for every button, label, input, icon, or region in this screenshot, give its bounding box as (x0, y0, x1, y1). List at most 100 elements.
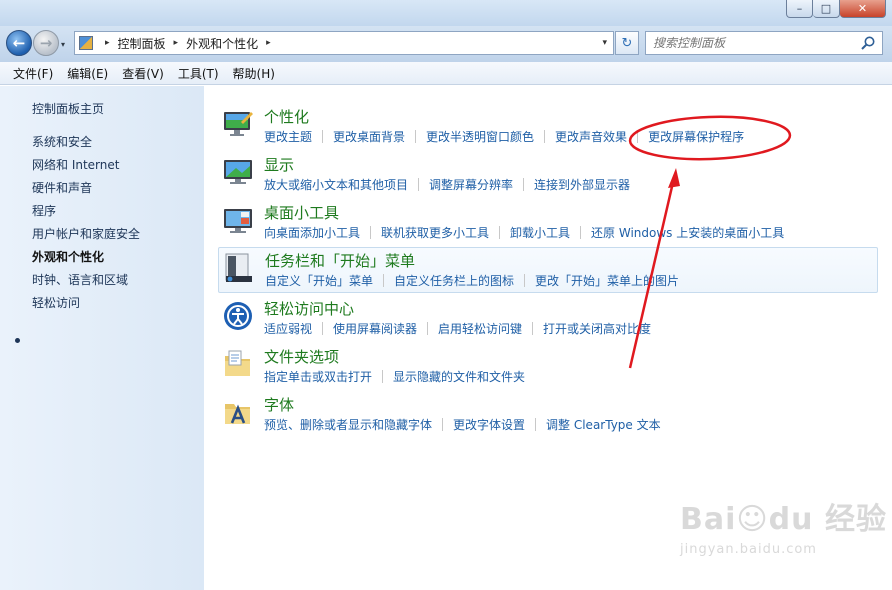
link-high-contrast[interactable]: 打开或关闭高对比度 (543, 320, 651, 337)
sidebar-item-appearance[interactable]: 外观和个性化 (32, 248, 104, 265)
category-title[interactable]: 个性化 (264, 106, 309, 127)
menu-bar: 文件(F) 编辑(E) 查看(V) 工具(T) 帮助(H) (0, 62, 892, 85)
search-input[interactable] (653, 36, 863, 50)
category-links: 预览、删除或者显示和隐藏字体 更改字体设置 调整 ClearType 文本 (264, 416, 661, 433)
link-external-display[interactable]: 连接到外部显示器 (534, 176, 630, 193)
history-dropdown-icon[interactable]: ▾ (61, 40, 65, 49)
link-divider (415, 130, 417, 143)
personalization-icon (224, 112, 253, 136)
menu-help[interactable]: 帮助(H) (226, 65, 282, 82)
menu-view[interactable]: 查看(V) (115, 65, 171, 82)
category-title[interactable]: 桌面小工具 (264, 202, 339, 223)
breadcrumb-separator-icon[interactable]: ▸ (174, 38, 179, 48)
link-add-gadgets[interactable]: 向桌面添加小工具 (264, 224, 360, 241)
link-divider (580, 226, 582, 239)
link-divider (637, 130, 639, 143)
link-single-double-click[interactable]: 指定单击或双击打开 (264, 368, 372, 385)
baidu-watermark: Bai☺du 经验 jingyan.baidu.com (680, 494, 887, 557)
address-dropdown-icon[interactable]: ▾ (602, 38, 607, 48)
refresh-button[interactable]: ↻ (615, 31, 639, 55)
breadcrumb-appearance[interactable]: 外观和个性化 (186, 35, 258, 52)
breadcrumb-separator-icon[interactable]: ▸ (105, 38, 110, 48)
link-more-gadgets-online[interactable]: 联机获取更多小工具 (381, 224, 489, 241)
taskbar-icon (225, 253, 252, 282)
category-title[interactable]: 文件夹选项 (264, 346, 339, 367)
link-preview-delete-fonts[interactable]: 预览、删除或者显示和隐藏字体 (264, 416, 432, 433)
close-button[interactable]: ✕ (840, 0, 886, 18)
sidebar-item-user-accounts[interactable]: 用户帐户和家庭安全 (32, 225, 140, 242)
category-fonts: 字体 预览、删除或者显示和隐藏字体 更改字体设置 调整 ClearType 文本 (218, 392, 878, 438)
sidebar-item-clock-language[interactable]: 时钟、语言和区域 (32, 271, 128, 288)
category-folder-options: 文件夹选项 指定单击或双击打开 显示隐藏的文件和文件夹 (218, 344, 878, 390)
link-change-background[interactable]: 更改桌面背景 (333, 128, 405, 145)
link-change-screen-saver[interactable]: 更改屏幕保护程序 (648, 128, 744, 145)
breadcrumb-separator-icon[interactable]: ▸ (266, 38, 271, 48)
category-ease-of-access: 轻松访问中心 适应弱视 使用屏幕阅读器 启用轻松访问键 打开或关闭高对比度 (218, 296, 878, 342)
link-divider (322, 130, 324, 143)
navigation-bar: ← → ▾ ▸ 控制面板 ▸ 外观和个性化 ▸ ▾ ↻ (0, 26, 892, 62)
address-bar[interactable]: ▸ 控制面板 ▸ 外观和个性化 ▸ ▾ (74, 31, 614, 55)
link-divider (370, 226, 372, 239)
category-title[interactable]: 显示 (264, 154, 294, 175)
link-screen-reader[interactable]: 使用屏幕阅读器 (333, 320, 417, 337)
category-title[interactable]: 轻松访问中心 (264, 298, 354, 319)
sidebar-item-hardware-sound[interactable]: 硬件和声音 (32, 179, 92, 196)
sidebar-item-programs[interactable]: 程序 (32, 202, 56, 219)
link-text-size[interactable]: 放大或缩小文本和其他项目 (264, 176, 408, 193)
sidebar: 控制面板主页 系统和安全 网络和 Internet 硬件和声音 程序 用户帐户和… (0, 86, 204, 590)
forward-button[interactable]: → (33, 30, 59, 56)
menu-edit[interactable]: 编辑(E) (60, 65, 115, 82)
link-restore-gadgets[interactable]: 还原 Windows 上安装的桌面小工具 (591, 224, 784, 241)
back-button[interactable]: ← (6, 30, 32, 56)
watermark-url: jingyan.baidu.com (680, 542, 817, 557)
category-title[interactable]: 任务栏和「开始」菜单 (265, 250, 415, 271)
link-change-start-picture[interactable]: 更改「开始」菜单上的图片 (535, 272, 679, 289)
control-panel-icon (79, 36, 93, 50)
ease-of-access-icon (224, 302, 252, 330)
link-change-theme[interactable]: 更改主题 (264, 128, 312, 145)
link-divider (544, 130, 546, 143)
category-personalization: 个性化 更改主题 更改桌面背景 更改半透明窗口颜色 更改声音效果 更改屏幕保护程… (218, 104, 878, 150)
breadcrumb-control-panel[interactable]: 控制面板 (118, 35, 166, 52)
link-divider (524, 274, 526, 287)
link-cleartype[interactable]: 调整 ClearType 文本 (546, 416, 661, 433)
gadgets-icon (224, 209, 252, 233)
link-low-vision[interactable]: 适应弱视 (264, 320, 312, 337)
link-divider (532, 322, 534, 335)
category-title[interactable]: 字体 (264, 394, 294, 415)
search-box[interactable] (645, 31, 883, 55)
sidebar-item-home[interactable]: 控制面板主页 (32, 100, 104, 117)
link-divider (427, 322, 429, 335)
link-ease-of-access-keys[interactable]: 启用轻松访问键 (438, 320, 522, 337)
sidebar-item-network[interactable]: 网络和 Internet (32, 156, 119, 173)
sidebar-item-system-security[interactable]: 系统和安全 (32, 133, 92, 150)
menu-tools[interactable]: 工具(T) (171, 65, 226, 82)
link-divider (523, 178, 525, 191)
link-screen-resolution[interactable]: 调整屏幕分辨率 (429, 176, 513, 193)
link-divider (499, 226, 501, 239)
category-taskbar-start-menu[interactable]: 任务栏和「开始」菜单 自定义「开始」菜单 自定义任务栏上的图标 更改「开始」菜单… (218, 247, 878, 293)
category-links: 向桌面添加小工具 联机获取更多小工具 卸载小工具 还原 Windows 上安装的… (264, 224, 784, 241)
link-show-hidden-files[interactable]: 显示隐藏的文件和文件夹 (393, 368, 525, 385)
category-links: 更改主题 更改桌面背景 更改半透明窗口颜色 更改声音效果 更改屏幕保护程序 (264, 128, 744, 145)
search-icon[interactable] (860, 35, 876, 51)
folder-options-icon (225, 350, 250, 376)
current-page-bullet (15, 338, 20, 343)
menu-file[interactable]: 文件(F) (6, 65, 60, 82)
sidebar-item-ease-of-access[interactable]: 轻松访问 (32, 294, 80, 311)
category-links: 放大或缩小文本和其他项目 调整屏幕分辨率 连接到外部显示器 (264, 176, 630, 193)
category-gadgets: 桌面小工具 向桌面添加小工具 联机获取更多小工具 卸载小工具 还原 Window… (218, 200, 878, 246)
link-change-sounds[interactable]: 更改声音效果 (555, 128, 627, 145)
link-change-window-color[interactable]: 更改半透明窗口颜色 (426, 128, 534, 145)
link-uninstall-gadget[interactable]: 卸载小工具 (510, 224, 570, 241)
link-customize-taskbar-icons[interactable]: 自定义任务栏上的图标 (394, 272, 514, 289)
link-customize-start-menu[interactable]: 自定义「开始」菜单 (265, 272, 373, 289)
category-links: 指定单击或双击打开 显示隐藏的文件和文件夹 (264, 368, 525, 385)
link-divider (322, 322, 324, 335)
link-font-settings[interactable]: 更改字体设置 (453, 416, 525, 433)
link-divider (383, 274, 385, 287)
minimize-button[interactable]: – (786, 0, 813, 18)
title-bar: – □ ✕ (0, 0, 892, 26)
maximize-button[interactable]: □ (813, 0, 840, 18)
link-divider (418, 178, 420, 191)
